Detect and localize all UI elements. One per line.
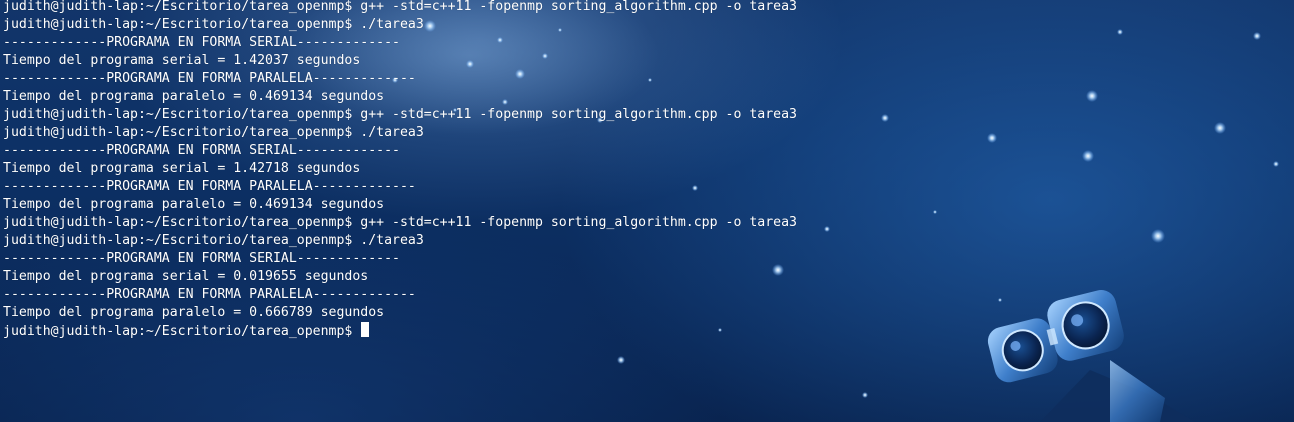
terminal-line: judith@judith-lap:~/Escritorio/tarea_ope… <box>3 233 424 248</box>
shell-prompt: judith@judith-lap:~/Escritorio/tarea_ope… <box>3 324 361 339</box>
terminal-window[interactable]: judith@judith-lap:~/Escritorio/tarea_ope… <box>0 0 1294 422</box>
terminal-line: Tiempo del programa serial = 1.42718 seg… <box>3 161 361 176</box>
terminal-line: -------------PROGRAMA EN FORMA SERIAL---… <box>3 35 400 50</box>
terminal-line: judith@judith-lap:~/Escritorio/tarea_ope… <box>3 17 424 32</box>
terminal-output[interactable]: judith@judith-lap:~/Escritorio/tarea_ope… <box>3 0 797 340</box>
terminal-line: judith@judith-lap:~/Escritorio/tarea_ope… <box>3 0 797 14</box>
terminal-line: -------------PROGRAMA EN FORMA PARALELA-… <box>3 287 416 302</box>
text-cursor <box>361 322 370 337</box>
terminal-line: Tiempo del programa serial = 0.019655 se… <box>3 269 369 284</box>
terminal-line: Tiempo del programa paralelo = 0.469134 … <box>3 89 385 104</box>
terminal-line: judith@judith-lap:~/Escritorio/tarea_ope… <box>3 215 797 230</box>
terminal-line: Tiempo del programa paralelo = 0.666789 … <box>3 305 385 320</box>
terminal-line: judith@judith-lap:~/Escritorio/tarea_ope… <box>3 125 424 140</box>
terminal-line: -------------PROGRAMA EN FORMA SERIAL---… <box>3 143 400 158</box>
terminal-line: Tiempo del programa paralelo = 0.469134 … <box>3 197 385 212</box>
terminal-line: -------------PROGRAMA EN FORMA PARALELA-… <box>3 179 416 194</box>
prompt-line[interactable]: judith@judith-lap:~/Escritorio/tarea_ope… <box>3 322 797 340</box>
terminal-line: -------------PROGRAMA EN FORMA PARALELA-… <box>3 71 416 86</box>
terminal-line: judith@judith-lap:~/Escritorio/tarea_ope… <box>3 107 797 122</box>
terminal-line: Tiempo del programa serial = 1.42037 seg… <box>3 53 361 68</box>
terminal-line: -------------PROGRAMA EN FORMA SERIAL---… <box>3 251 400 266</box>
